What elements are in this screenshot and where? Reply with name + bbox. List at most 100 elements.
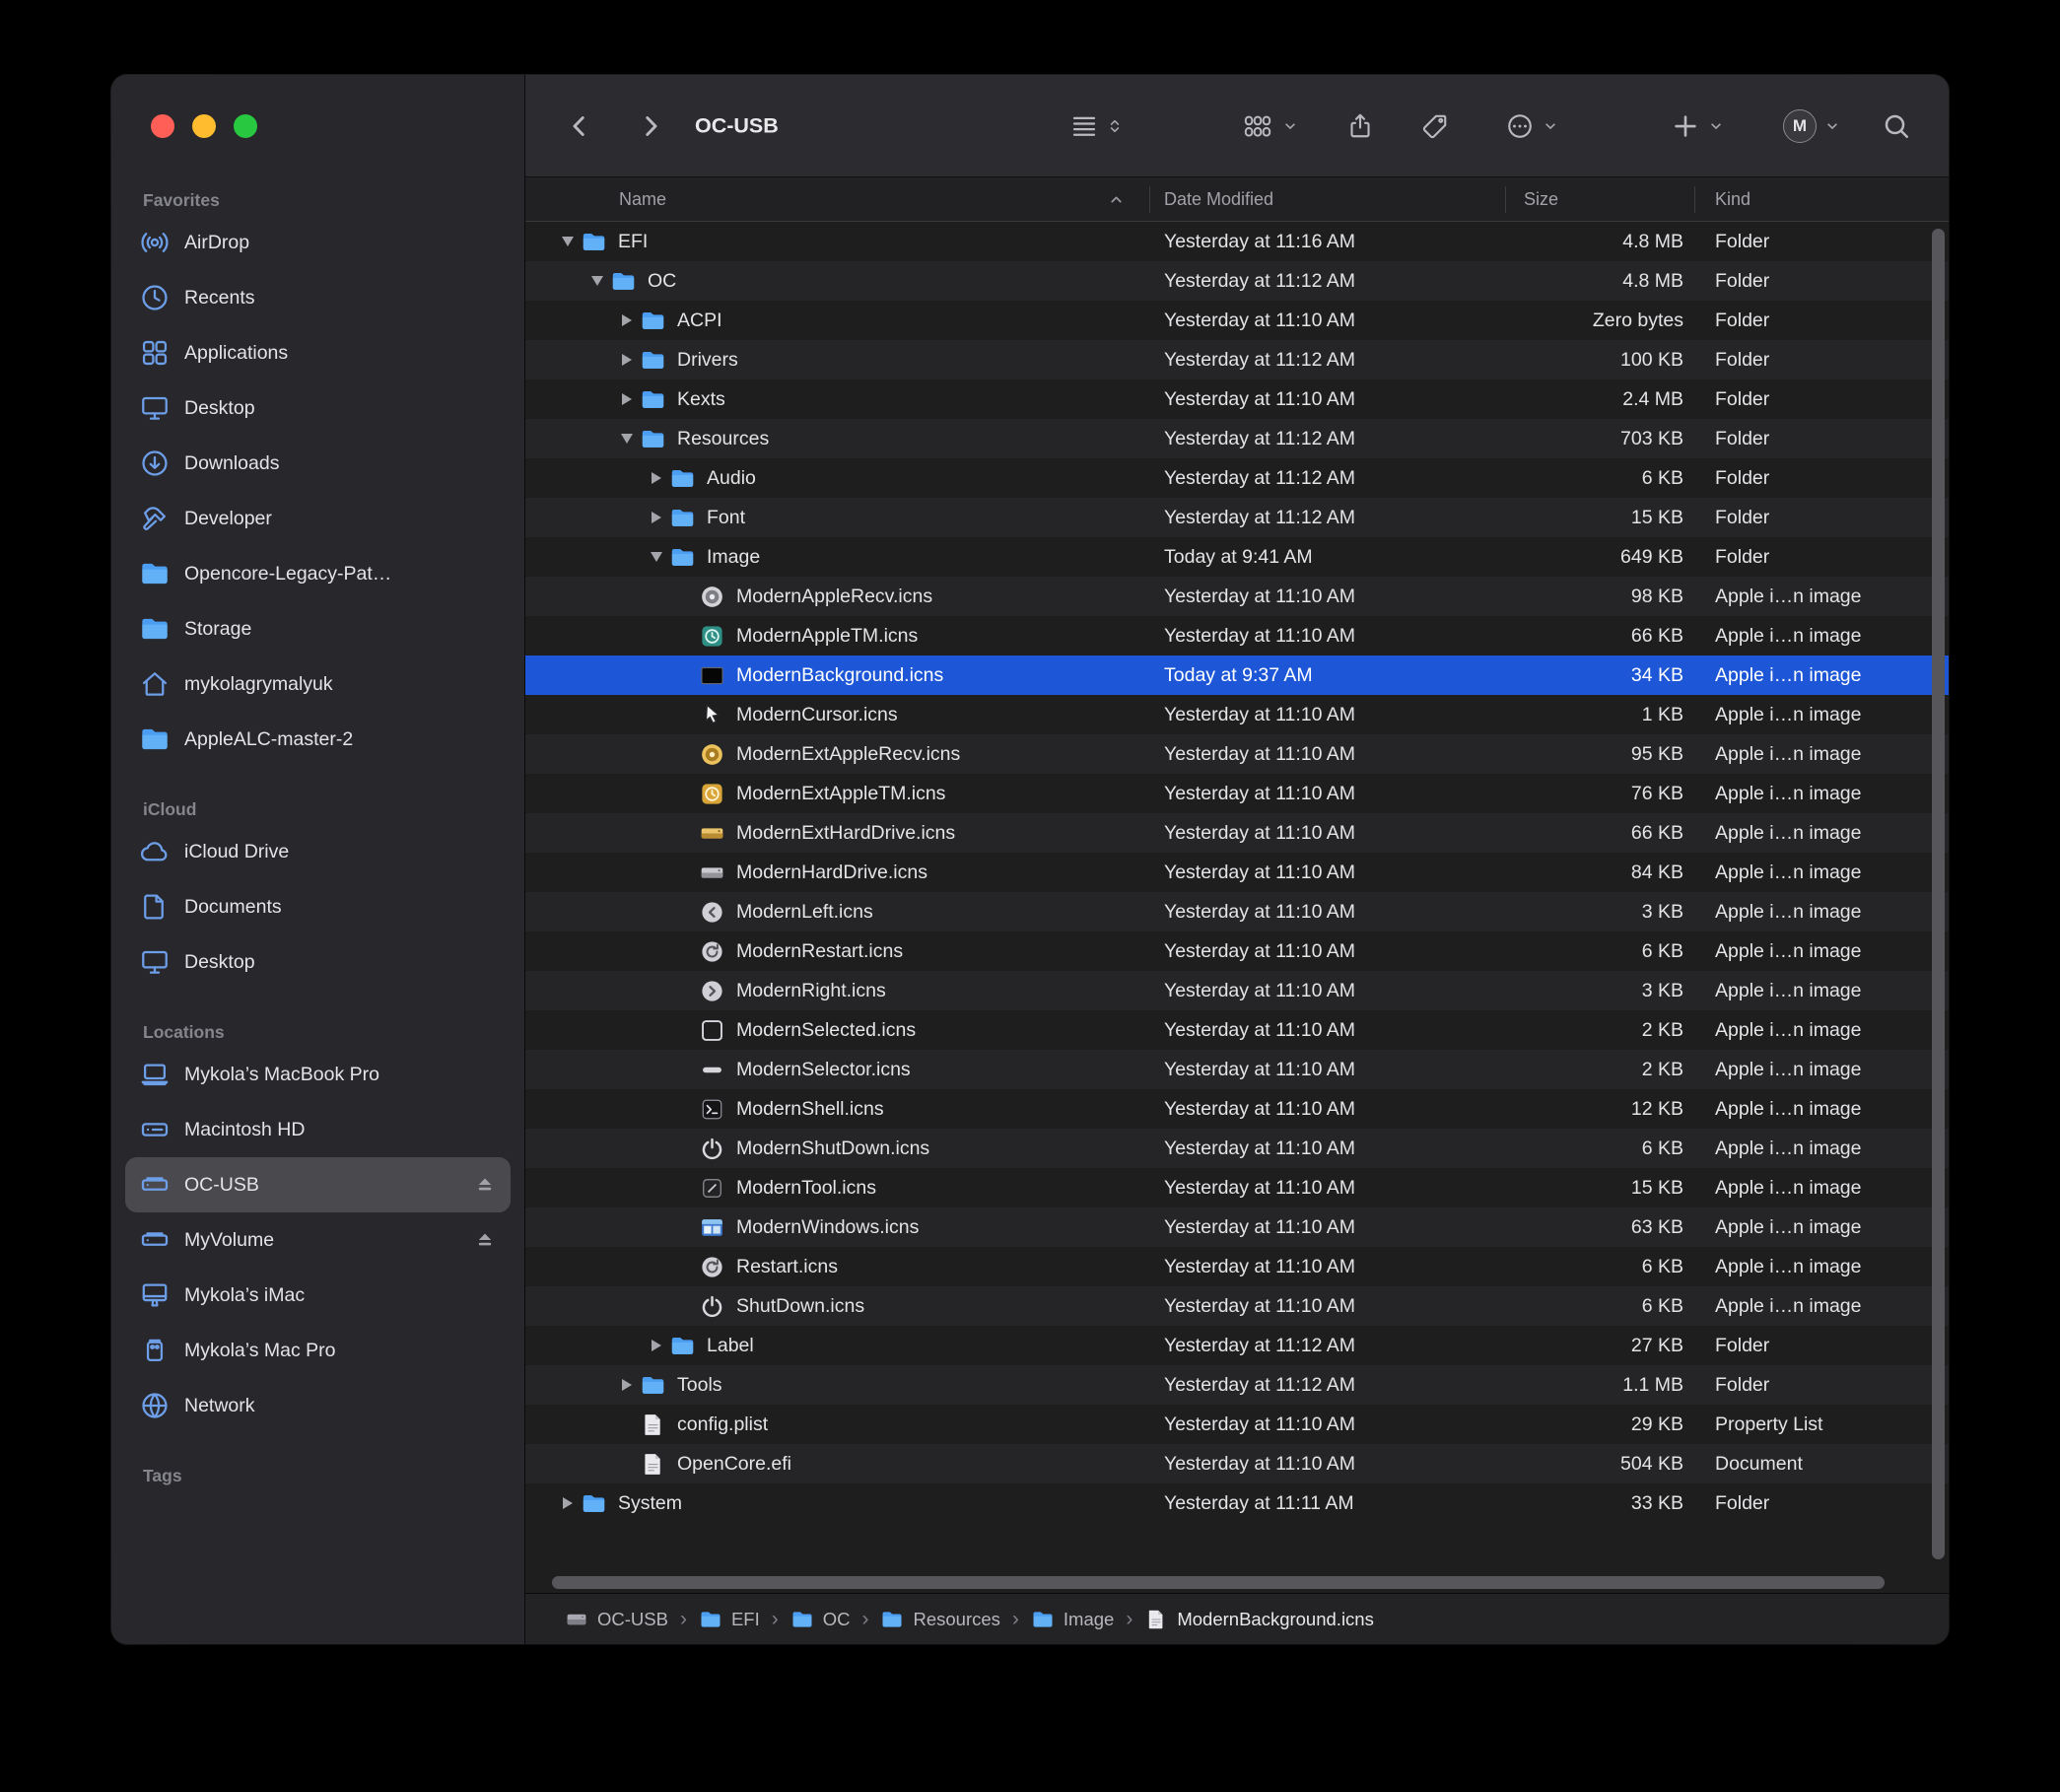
file-row[interactable]: ModernRestart.icns Yesterday at 11:10 AM…: [525, 931, 1949, 971]
back-button[interactable]: [565, 111, 594, 141]
column-header-kind[interactable]: Kind: [1695, 177, 1949, 221]
file-row[interactable]: Tools Yesterday at 11:12 AM 1.1 MB Folde…: [525, 1365, 1949, 1405]
file-row[interactable]: Label Yesterday at 11:12 AM 27 KB Folder: [525, 1326, 1949, 1365]
file-date-modified: Yesterday at 11:12 AM: [1150, 1335, 1506, 1357]
disclosure-triangle[interactable]: [644, 1340, 669, 1351]
file-row[interactable]: Font Yesterday at 11:12 AM 15 KB Folder: [525, 498, 1949, 537]
file-row[interactable]: ModernLeft.icns Yesterday at 11:10 AM 3 …: [525, 892, 1949, 931]
file-row[interactable]: ModernBackground.icns Today at 9:37 AM 3…: [525, 655, 1949, 695]
sidebar-item-applealc-master-2[interactable]: AppleALC-master-2: [125, 712, 511, 767]
horizontal-scrollbar[interactable]: [552, 1576, 1885, 1589]
file-row[interactable]: OpenCore.efi Yesterday at 11:10 AM 504 K…: [525, 1444, 1949, 1483]
file-row[interactable]: ModernShutDown.icns Yesterday at 11:10 A…: [525, 1129, 1949, 1168]
file-name: ModernExtHardDrive.icns: [736, 822, 955, 845]
disclosure-triangle[interactable]: [614, 393, 640, 405]
sidebar-item-myvolume[interactable]: MyVolume: [125, 1212, 511, 1268]
sidebar-item-recents[interactable]: Recents: [125, 270, 511, 325]
sidebar-item-mykola-s-mac-pro[interactable]: Mykola’s Mac Pro: [125, 1323, 511, 1378]
view-options-button[interactable]: [1069, 111, 1124, 141]
sidebar-item-macintosh-hd[interactable]: Macintosh HD: [125, 1102, 511, 1157]
group-button[interactable]: [1241, 109, 1299, 143]
folder-icon: [581, 1490, 607, 1517]
sidebar-item-network[interactable]: Network: [125, 1378, 511, 1433]
sidebar-item-label: Downloads: [184, 452, 497, 475]
disclosure-triangle[interactable]: [644, 512, 669, 523]
file-row[interactable]: ModernShell.icns Yesterday at 11:10 AM 1…: [525, 1089, 1949, 1129]
file-row[interactable]: ModernWindows.icns Yesterday at 11:10 AM…: [525, 1207, 1949, 1247]
disclosure-triangle[interactable]: [644, 472, 669, 484]
account-button[interactable]: M: [1783, 109, 1841, 143]
file-row[interactable]: config.plist Yesterday at 11:10 AM 29 KB…: [525, 1405, 1949, 1444]
file-row[interactable]: ModernExtAppleTM.icns Yesterday at 11:10…: [525, 774, 1949, 813]
sidebar-item-storage[interactable]: Storage: [125, 601, 511, 656]
file-row[interactable]: ModernCursor.icns Yesterday at 11:10 AM …: [525, 695, 1949, 734]
disclosure-triangle[interactable]: [614, 354, 640, 366]
sidebar-item-airdrop[interactable]: AirDrop: [125, 215, 511, 270]
sidebar-item-opencore-legacy-pat-[interactable]: Opencore-Legacy-Pat…: [125, 546, 511, 601]
column-header-size[interactable]: Size: [1506, 177, 1695, 221]
file-row[interactable]: Kexts Yesterday at 11:10 AM 2.4 MB Folde…: [525, 379, 1949, 419]
file-row[interactable]: ShutDown.icns Yesterday at 11:10 AM 6 KB…: [525, 1286, 1949, 1326]
more-actions-button[interactable]: [1505, 111, 1559, 141]
zoom-button[interactable]: [234, 114, 257, 138]
file-row[interactable]: ModernRight.icns Yesterday at 11:10 AM 3…: [525, 971, 1949, 1010]
vertical-scrollbar[interactable]: [1932, 229, 1945, 1559]
sidebar-item-developer[interactable]: Developer: [125, 491, 511, 546]
file-row[interactable]: ModernSelected.icns Yesterday at 11:10 A…: [525, 1010, 1949, 1050]
file-kind: Apple i…n image: [1695, 1019, 1949, 1042]
file-row[interactable]: System Yesterday at 11:11 AM 33 KB Folde…: [525, 1483, 1949, 1523]
disclosure-triangle[interactable]: [614, 314, 640, 326]
file-row[interactable]: ModernExtHardDrive.icns Yesterday at 11:…: [525, 813, 1949, 853]
file-row[interactable]: Resources Yesterday at 11:12 AM 703 KB F…: [525, 419, 1949, 458]
minimize-button[interactable]: [192, 114, 216, 138]
column-header-name[interactable]: Name: [525, 177, 1150, 221]
share-button[interactable]: [1345, 111, 1375, 141]
column-label-date: Date Modified: [1164, 189, 1273, 210]
disclosure-triangle[interactable]: [614, 1379, 640, 1391]
path-item-image[interactable]: Image: [1031, 1608, 1114, 1631]
file-row[interactable]: Restart.icns Yesterday at 11:10 AM 6 KB …: [525, 1247, 1949, 1286]
file-row[interactable]: OC Yesterday at 11:12 AM 4.8 MB Folder: [525, 261, 1949, 301]
file-row[interactable]: ModernSelector.icns Yesterday at 11:10 A…: [525, 1050, 1949, 1089]
file-row[interactable]: ModernHardDrive.icns Yesterday at 11:10 …: [525, 853, 1949, 892]
file-row[interactable]: ModernExtAppleRecv.icns Yesterday at 11:…: [525, 734, 1949, 774]
sidebar-item-oc-usb[interactable]: OC-USB: [125, 1157, 511, 1212]
file-row[interactable]: Audio Yesterday at 11:12 AM 6 KB Folder: [525, 458, 1949, 498]
sidebar-item-mykola-s-macbook-pro[interactable]: Mykola’s MacBook Pro: [125, 1047, 511, 1102]
file-row[interactable]: ACPI Yesterday at 11:10 AM Zero bytes Fo…: [525, 301, 1949, 340]
sidebar-item-icloud-drive[interactable]: iCloud Drive: [125, 824, 511, 879]
tag-button[interactable]: [1420, 111, 1450, 141]
path-item-resources[interactable]: Resources: [880, 1608, 999, 1631]
disclosure-triangle[interactable]: [555, 1497, 581, 1509]
disclosure-triangle[interactable]: [614, 434, 640, 444]
sidebar-item-mykola-s-imac[interactable]: Mykola’s iMac: [125, 1268, 511, 1323]
path-item-oc[interactable]: OC: [790, 1608, 851, 1631]
file-row[interactable]: ModernAppleRecv.icns Yesterday at 11:10 …: [525, 577, 1949, 616]
file-name: Restart.icns: [736, 1256, 838, 1278]
sidebar-item-downloads[interactable]: Downloads: [125, 436, 511, 491]
eject-icon[interactable]: [473, 1228, 497, 1252]
disclosure-triangle[interactable]: [555, 237, 581, 246]
column-header-date[interactable]: Date Modified: [1150, 177, 1506, 221]
path-item-modernbackground-icns[interactable]: ModernBackground.icns: [1144, 1608, 1374, 1631]
forward-button[interactable]: [636, 111, 665, 141]
file-date-modified: Yesterday at 11:10 AM: [1150, 822, 1506, 845]
file-row[interactable]: Drivers Yesterday at 11:12 AM 100 KB Fol…: [525, 340, 1949, 379]
disclosure-triangle[interactable]: [644, 552, 669, 562]
close-button[interactable]: [151, 114, 174, 138]
disclosure-triangle[interactable]: [584, 276, 610, 286]
sidebar-item-applications[interactable]: Applications: [125, 325, 511, 380]
file-row[interactable]: EFI Yesterday at 11:16 AM 4.8 MB Folder: [525, 222, 1949, 261]
sidebar-item-documents[interactable]: Documents: [125, 879, 511, 934]
sidebar-item-desktop[interactable]: Desktop: [125, 934, 511, 990]
file-row[interactable]: Image Today at 9:41 AM 649 KB Folder: [525, 537, 1949, 577]
sidebar-item-desktop[interactable]: Desktop: [125, 380, 511, 436]
add-button[interactable]: [1671, 111, 1725, 141]
path-item-oc-usb[interactable]: OC-USB: [565, 1608, 668, 1631]
search-button[interactable]: [1882, 111, 1911, 141]
file-row[interactable]: ModernAppleTM.icns Yesterday at 11:10 AM…: [525, 616, 1949, 655]
eject-icon[interactable]: [473, 1173, 497, 1197]
sidebar-item-mykolagrymalyuk[interactable]: mykolagrymalyuk: [125, 656, 511, 712]
path-item-efi[interactable]: EFI: [699, 1608, 760, 1631]
file-row[interactable]: ModernTool.icns Yesterday at 11:10 AM 15…: [525, 1168, 1949, 1207]
